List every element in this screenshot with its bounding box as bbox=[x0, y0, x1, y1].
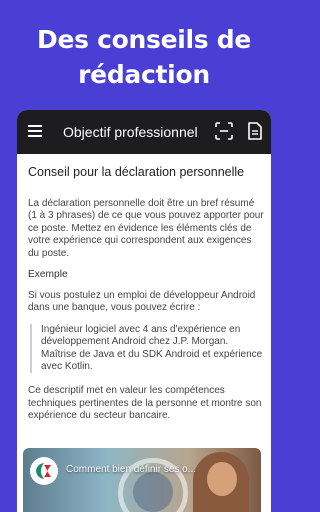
scan-icon[interactable] bbox=[215, 122, 233, 140]
example-label: Exemple bbox=[28, 269, 68, 281]
credit-agricole-logo bbox=[36, 463, 51, 479]
channel-logo-icon[interactable] bbox=[30, 457, 58, 485]
app-bar-title: Objectif professionnel bbox=[63, 124, 198, 140]
article-paragraph-intro: La déclaration personnelle doit être un … bbox=[28, 198, 264, 259]
video-thumbnail[interactable]: Comment bien définir ses o... bbox=[23, 448, 261, 512]
example-quote: Ingénieur logiciel avec 4 ans d'expérien… bbox=[30, 323, 264, 374]
article-paragraph-example: Si vous postulez un emploi de développeu… bbox=[28, 290, 256, 314]
video-title: Comment bien définir ses o... bbox=[66, 464, 197, 475]
promo-title: Des conseils de rédaction bbox=[0, 22, 288, 92]
app-bar: Objectif professionnel bbox=[17, 110, 271, 154]
document-icon[interactable] bbox=[247, 122, 263, 140]
article-content: Conseil pour la déclaration personnelle … bbox=[28, 162, 264, 423]
article-heading: Conseil pour la déclaration personnelle bbox=[28, 165, 245, 179]
thumbnail-graphic-inner bbox=[133, 472, 173, 512]
promo-title-line1: Des conseils de bbox=[37, 25, 251, 54]
app-screen: Objectif professionnel Conseil pour la d… bbox=[17, 110, 271, 512]
promo-title-line2: rédaction bbox=[78, 60, 210, 89]
article-paragraph-conclusion: Ce descriptif met en valeur les compéten… bbox=[28, 385, 262, 422]
menu-icon[interactable] bbox=[28, 125, 42, 137]
